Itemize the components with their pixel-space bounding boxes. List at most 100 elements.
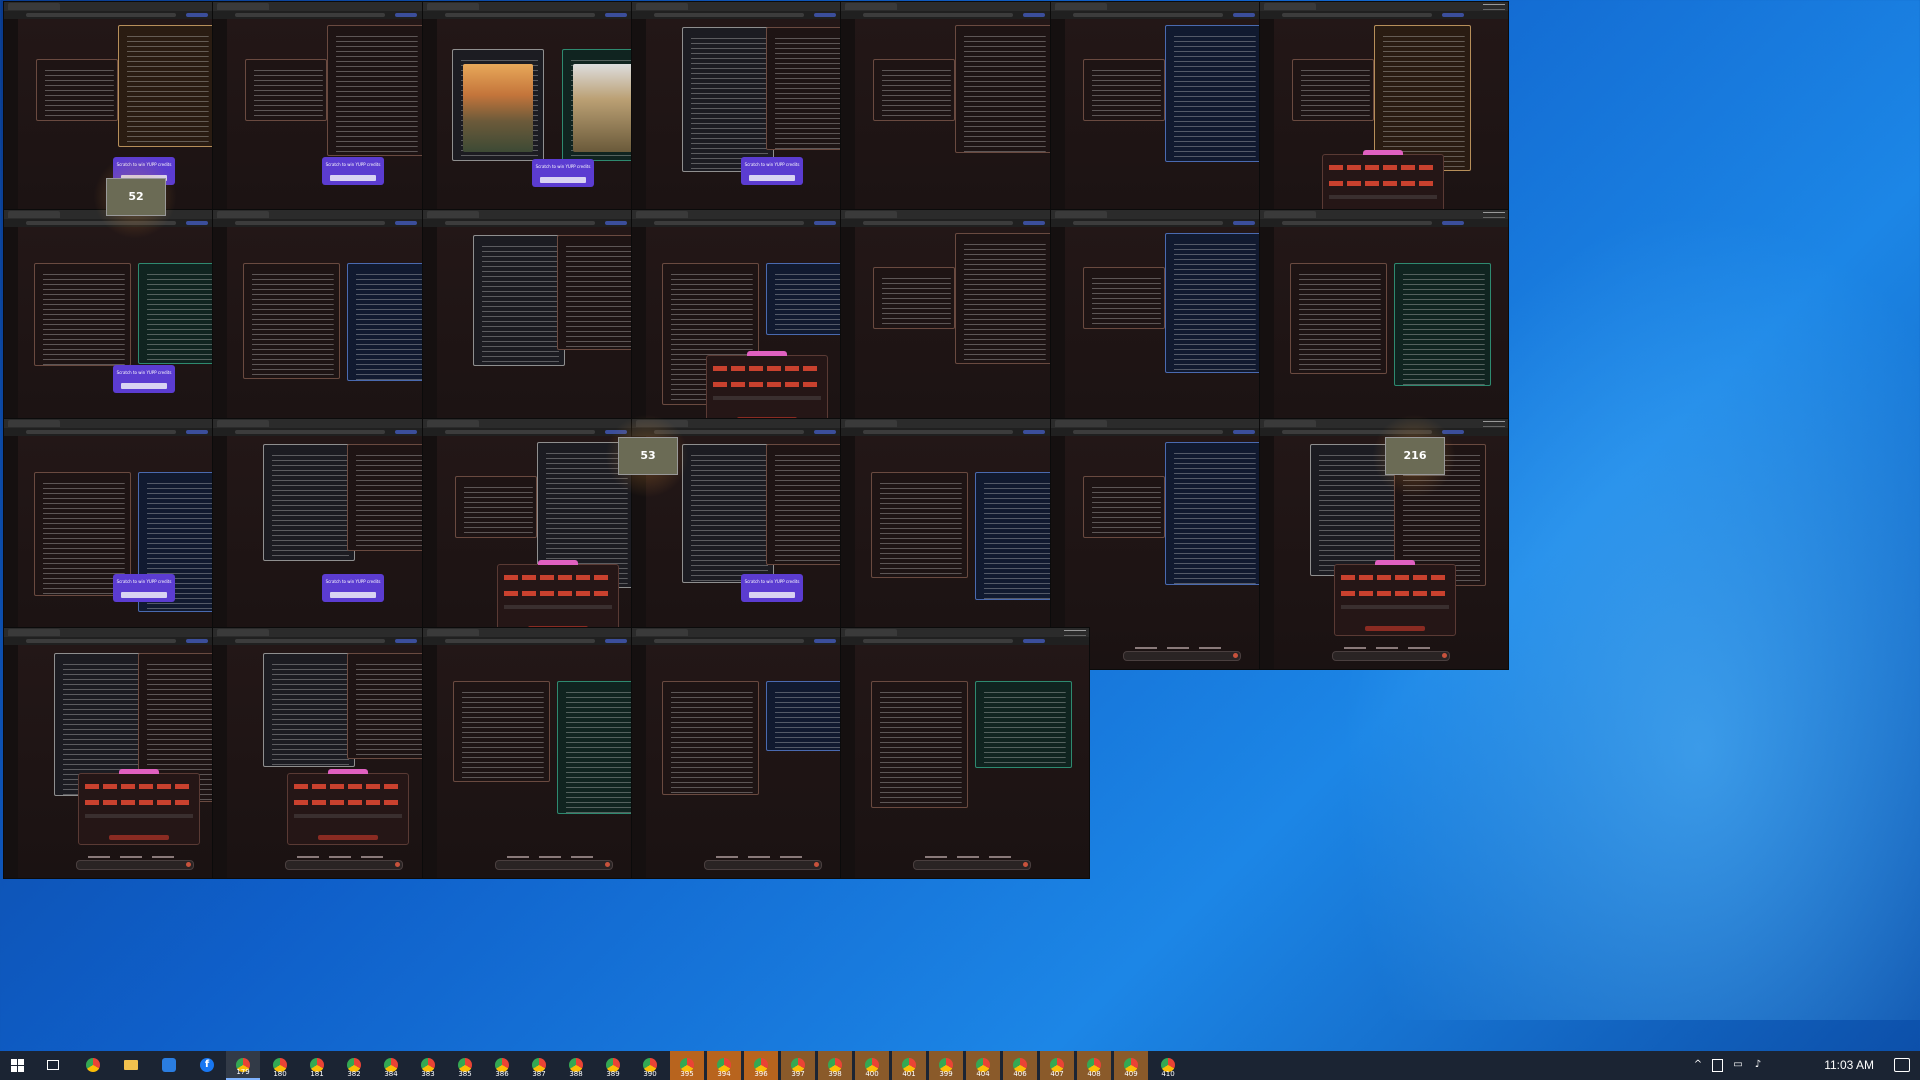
language-icon[interactable] [1712,1059,1723,1072]
extension-pill[interactable] [1233,430,1255,434]
url-field[interactable] [654,221,804,225]
feedback-chip-row[interactable] [713,382,821,387]
extension-pill[interactable] [605,639,627,643]
feedback-chip-row[interactable] [1329,165,1437,170]
extension-pill[interactable] [1233,221,1255,225]
suggestion-links[interactable] [1135,647,1229,649]
browser-tab[interactable] [217,3,269,10]
url-field[interactable] [235,221,385,225]
address-bar[interactable] [1260,11,1508,19]
feedback-panel[interactable] [1334,560,1456,636]
extension-pill[interactable] [1023,639,1045,643]
browser-tab[interactable] [1264,3,1316,10]
scratch-to-win-button[interactable]: Scratch to win YUPP credits [741,574,803,602]
title-bar[interactable] [841,628,1089,637]
extension-pill[interactable] [395,221,417,225]
taskbar-chrome-window[interactable]: 384 [374,1051,408,1080]
browser-tab[interactable] [1264,211,1316,218]
feedback-panel[interactable] [78,769,200,845]
clock[interactable]: 11:03 AM [1824,1058,1874,1072]
extension-pill[interactable] [1023,430,1045,434]
url-field[interactable] [235,13,385,17]
extension-pill[interactable] [395,430,417,434]
scratch-to-win-button[interactable]: Scratch to win YUPP credits [322,574,384,602]
taskbar-file-explorer[interactable] [114,1051,148,1080]
url-field[interactable] [26,639,176,643]
browser-tab[interactable] [845,629,897,636]
taskbar-chrome-window[interactable]: 394 [707,1051,741,1080]
feedback-chip-row[interactable] [85,800,193,805]
feedback-chip-row[interactable] [504,591,612,596]
window-controls[interactable] [1483,4,1505,10]
browser-tab[interactable] [1055,3,1107,10]
taskbar-app-blue[interactable] [152,1051,186,1080]
suggestion-links[interactable] [297,856,391,858]
url-field[interactable] [1282,221,1432,225]
extension-pill[interactable] [1023,13,1045,17]
send-icon[interactable] [814,862,819,867]
browser-tab[interactable] [427,211,479,218]
extension-pill[interactable] [814,430,836,434]
send-feedback-button[interactable] [318,835,378,840]
suggestion-links[interactable] [925,856,1019,858]
browser-tab[interactable] [845,3,897,10]
url-field[interactable] [445,221,595,225]
browser-tab[interactable] [427,3,479,10]
extension-pill[interactable] [186,430,208,434]
browser-window[interactable] [840,627,1090,879]
feedback-chip-row[interactable] [85,784,193,789]
url-field[interactable] [863,13,1013,17]
taskbar-chrome-window[interactable]: 389 [596,1051,630,1080]
taskbar-chrome-window[interactable]: 398 [818,1051,852,1080]
scratch-to-win-button[interactable]: Scratch to win YUPP credits [113,365,175,393]
url-field[interactable] [26,13,176,17]
url-field[interactable] [654,639,804,643]
feedback-comment-input[interactable] [85,814,193,818]
feedback-chip-row[interactable] [1341,591,1449,596]
browser-tab[interactable] [8,629,60,636]
follow-up-input[interactable] [285,860,403,870]
taskbar-chrome-window[interactable]: 408 [1077,1051,1111,1080]
scratch-to-win-button[interactable]: Scratch to win YUPP credits [322,157,384,185]
url-field[interactable] [1073,430,1223,434]
url-field[interactable] [235,430,385,434]
taskbar-chrome-window[interactable]: 409 [1114,1051,1148,1080]
send-icon[interactable] [395,862,400,867]
taskbar-chrome-window[interactable]: 179 [226,1051,260,1080]
url-field[interactable] [1073,221,1223,225]
feedback-comment-input[interactable] [294,814,402,818]
send-icon[interactable] [605,862,610,867]
taskbar-chrome-window[interactable]: 180 [263,1051,297,1080]
taskbar-chrome-window[interactable]: 382 [337,1051,371,1080]
taskbar-chrome-window[interactable]: 386 [485,1051,519,1080]
suggestion-links[interactable] [716,856,810,858]
feedback-chip-row[interactable] [713,366,821,371]
extension-pill[interactable] [1442,13,1464,17]
browser-tab[interactable] [217,420,269,427]
notifications-icon[interactable] [1894,1058,1910,1072]
follow-up-input[interactable] [76,860,194,870]
address-bar[interactable] [841,637,1089,645]
url-field[interactable] [654,13,804,17]
browser-tab[interactable] [427,629,479,636]
browser-tab[interactable] [636,629,688,636]
taskbar-chrome-window[interactable]: 397 [781,1051,815,1080]
url-field[interactable] [863,430,1013,434]
follow-up-input[interactable] [495,860,613,870]
browser-tab[interactable] [427,420,479,427]
taskbar-chrome-window[interactable]: 407 [1040,1051,1074,1080]
url-field[interactable] [26,430,176,434]
browser-tab[interactable] [8,420,60,427]
url-field[interactable] [445,639,595,643]
taskbar-chrome-window[interactable]: 406 [1003,1051,1037,1080]
url-field[interactable] [235,639,385,643]
browser-tab[interactable] [8,211,60,218]
scratch-to-win-button[interactable]: Scratch to win YUPP credits [741,157,803,185]
suggestion-links[interactable] [1344,647,1438,649]
taskbar-chrome-window[interactable]: 401 [892,1051,926,1080]
feedback-comment-input[interactable] [713,396,821,400]
taskbar-chrome-window[interactable]: 181 [300,1051,334,1080]
send-icon[interactable] [1023,862,1028,867]
send-icon[interactable] [1442,653,1447,658]
title-bar[interactable] [1260,210,1508,219]
